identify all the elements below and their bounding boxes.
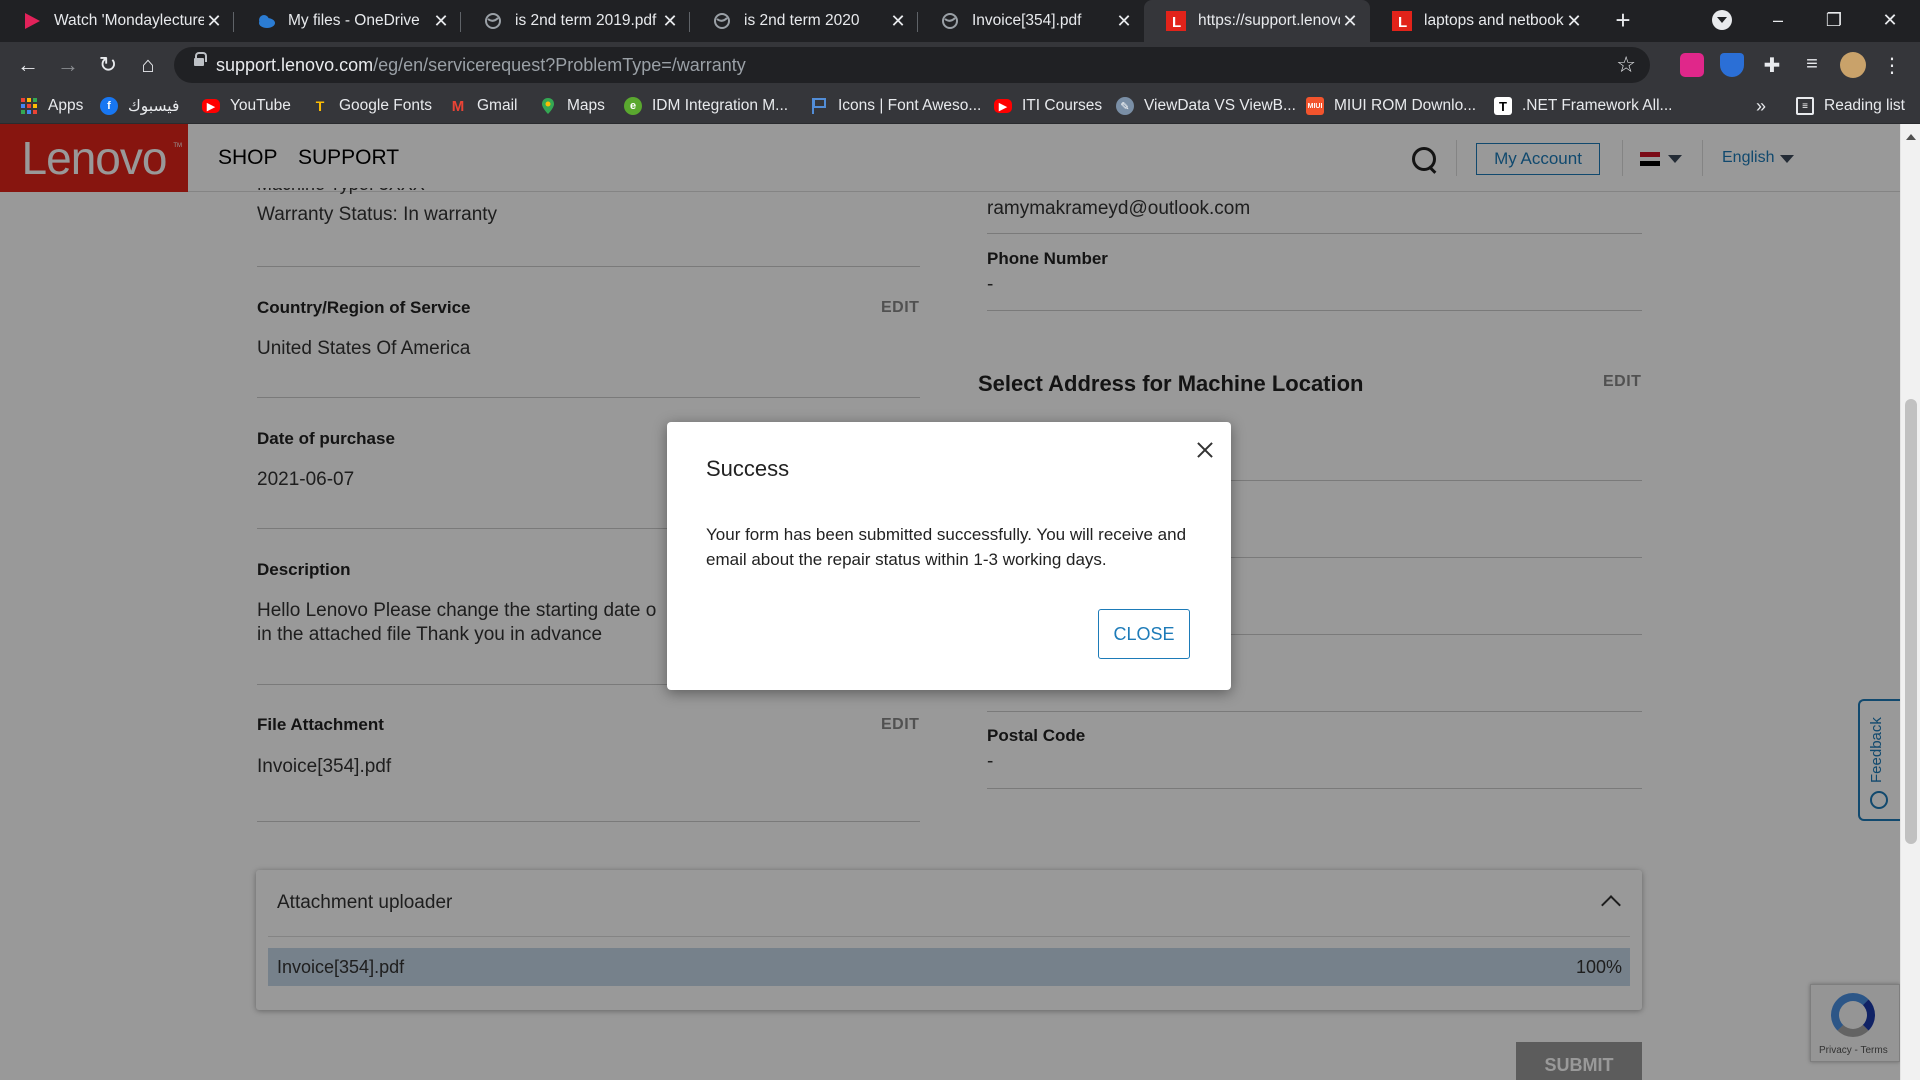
bookmark-miui[interactable]: MIUI MIUI ROM Downlo... [1306,88,1476,124]
success-dialog: Success Your form has been submitted suc… [667,422,1231,690]
address-bar[interactable]: support.lenovo.com/eg/en/servicerequest?… [174,47,1650,83]
bookmark-dotnet[interactable]: T .NET Framework All... [1494,88,1672,124]
scrollbar-thumb[interactable] [1905,399,1917,844]
bookmark-gmail[interactable]: M Gmail [449,88,518,124]
browser-tab-strip: Watch 'Mondaylecture ✕ My files - OneDri… [0,0,1920,42]
close-icon[interactable]: ✕ [888,11,908,31]
close-icon[interactable]: ✕ [431,11,451,31]
lock-icon [194,52,207,66]
page-scrollbar[interactable] [1900,124,1920,1080]
close-icon[interactable]: ✕ [1564,11,1584,31]
svg-text:L: L [1172,14,1181,31]
browser-tab[interactable]: Invoice[354].pdf ✕ [918,0,1144,42]
gmail-icon: M [451,97,465,115]
dialog-message: Your form has been submitted successfull… [706,525,1187,569]
play-icon [22,11,42,31]
tab-title: My files - OneDrive [288,12,420,29]
globe-icon [483,11,503,31]
menu-dots-icon[interactable]: ⋮ [1880,53,1904,77]
extension-shield-icon[interactable] [1720,53,1744,77]
close-icon[interactable]: ✕ [204,11,224,31]
tab-title: is 2nd term 2020 [744,12,860,29]
svg-text:L: L [1398,14,1407,31]
dialog-title: Success [706,456,790,481]
tab-title: Watch 'Mondaylecture [54,12,204,29]
new-tab-button[interactable]: + [1610,7,1636,34]
bookmark-google-fonts[interactable]: T Google Fonts [311,88,432,124]
bookmark-maps[interactable]: Maps [539,88,605,124]
bookmarks-bar: Apps f فيسبوك ▶ YouTube T Google Fonts M… [0,88,1920,124]
globe-icon [940,11,960,31]
extension-camera-icon[interactable] [1680,53,1704,77]
youtube-icon: ▶ [202,99,220,113]
tab-title: https://support.lenovo [1198,12,1340,29]
miui-icon: MIUI [1306,97,1324,115]
close-button[interactable]: CLOSE [1098,609,1190,659]
restore-icon[interactable]: ❐ [1806,0,1862,42]
close-icon[interactable] [1195,440,1215,460]
dotnet-icon: T [1494,97,1512,115]
bookmark-iti-courses[interactable]: ▶ ITI Courses [994,88,1102,124]
tab-title: Invoice[354].pdf [972,12,1082,29]
bookmarks-overflow-button[interactable]: » [1756,88,1766,124]
bookmark-viewdata[interactable]: ✎ ViewData VS ViewB... [1116,88,1296,124]
cloud-icon [256,11,276,31]
close-icon[interactable]: ✕ [1340,11,1360,31]
forward-icon[interactable]: → [54,51,82,79]
close-icon[interactable]: ✕ [660,11,680,31]
bookmark-font-awesome[interactable]: Icons | Font Aweso... [810,88,981,124]
scroll-up-icon[interactable] [1906,134,1916,140]
lenovo-icon: L [1166,11,1186,31]
tab-title: laptops and netbooks [1424,12,1564,29]
browser-tab[interactable]: is 2nd term 2019.pdf ✕ [461,0,690,42]
lenovo-icon: L [1392,11,1412,31]
tab-title: is 2nd term 2019.pdf [515,12,657,29]
browser-tab[interactable]: Watch 'Mondaylecture ✕ [0,0,234,42]
idm-icon: e [624,97,642,115]
tab-search-icon[interactable] [1712,10,1732,30]
apps-grid-icon [20,97,38,115]
window-close-icon[interactable]: ✕ [1862,0,1918,42]
browser-tab[interactable]: L laptops and netbooks ✕ [1370,0,1594,42]
maps-icon [539,97,557,115]
browser-toolbar: ← → ↻ ⌂ support.lenovo.com/eg/en/service… [0,42,1920,88]
browser-tab-active[interactable]: L https://support.lenovo ✕ [1144,0,1370,42]
bookmark-star-icon[interactable]: ☆ [1616,52,1636,78]
google-fonts-icon: T [315,98,325,114]
globe-icon [712,11,732,31]
url-text: support.lenovo.com/eg/en/servicerequest?… [216,55,746,75]
reload-icon[interactable]: ↻ [94,51,122,79]
bookmark-youtube[interactable]: ▶ YouTube [202,88,291,124]
youtube-icon: ▶ [994,99,1012,113]
bookmark-apps[interactable]: Apps [20,88,83,124]
browser-tab[interactable]: is 2nd term 2020 ✕ [690,0,918,42]
avatar[interactable] [1840,52,1866,78]
reading-list-button[interactable]: ≡ Reading list [1796,88,1905,124]
reading-list-icon: ≡ [1796,97,1814,115]
facebook-icon: f [100,97,118,115]
extensions-puzzle-icon[interactable]: ✚ [1760,53,1784,77]
viewdata-icon: ✎ [1116,97,1134,115]
minimize-icon[interactable]: – [1750,0,1806,42]
home-icon[interactable]: ⌂ [134,51,162,79]
bookmark-facebook[interactable]: f فيسبوك [100,88,179,124]
web-page: Lenovo SHOP SUPPORT My Account English M… [0,124,1900,1080]
close-icon[interactable]: ✕ [1114,11,1134,31]
browser-tab[interactable]: My files - OneDrive ✕ [234,0,461,42]
back-icon[interactable]: ← [14,51,42,79]
flag-icon [810,97,828,115]
bookmark-idm[interactable]: e IDM Integration M... [624,88,788,124]
media-control-icon[interactable]: ≡ [1800,53,1824,77]
